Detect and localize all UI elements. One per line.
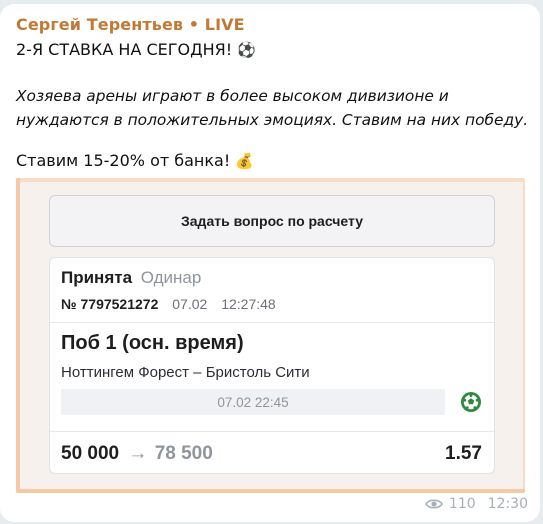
message-time: 12:30 bbox=[487, 496, 528, 512]
money-bag-icon: 💰 bbox=[235, 152, 255, 170]
bet-outcome: Поб 1 (осн. время) bbox=[61, 332, 244, 354]
eye-icon bbox=[424, 499, 443, 509]
bet-amounts: 50 000 → 78 500 bbox=[61, 443, 213, 465]
screenshot-border-bottom bbox=[16, 489, 525, 493]
view-count: 110 bbox=[448, 496, 476, 512]
soccer-ball-emoji-icon: ⚽ bbox=[237, 41, 256, 59]
channel-author[interactable]: Сергей Терентьев • LIVE bbox=[16, 15, 245, 34]
stake-amount: 50 000 bbox=[61, 443, 120, 464]
match-name: Ноттингем Форест – Бристоль Сити bbox=[61, 364, 310, 381]
bet-number-prefix: № bbox=[61, 296, 77, 312]
screenshot-border-top bbox=[16, 178, 525, 182]
message-footer: 110 12:30 bbox=[424, 496, 528, 512]
bet-meta: № 7797521272 07.02 12:27:48 bbox=[61, 296, 276, 312]
screenshot-border-right bbox=[523, 178, 525, 493]
ask-question-button[interactable]: Задать вопрос по расчету bbox=[49, 195, 495, 247]
message-headline: 2-Я СТАВКА НА СЕГОДНЯ! ⚽ bbox=[16, 40, 256, 59]
bet-status-row: Принята Одинар bbox=[61, 268, 201, 288]
bet-number: 7797521272 bbox=[80, 296, 159, 312]
bet-time: 12:27:48 bbox=[221, 296, 276, 312]
arrow-right-icon: → bbox=[128, 443, 148, 464]
bet-type: Одинар bbox=[140, 268, 202, 287]
event-datetime: 07.02 22:45 bbox=[61, 389, 445, 415]
bet-screenshot[interactable]: Задать вопрос по расчету Принята Одинар … bbox=[16, 178, 525, 493]
divider bbox=[50, 431, 494, 432]
bet-date: 07.02 bbox=[172, 296, 208, 312]
payout-amount: 78 500 bbox=[154, 443, 213, 464]
stake-text: Ставим 15-20% от банка! bbox=[16, 151, 231, 170]
divider bbox=[50, 322, 494, 323]
bet-status: Принята bbox=[61, 268, 133, 287]
stake-line: Ставим 15-20% от банка! 💰 bbox=[16, 151, 254, 170]
bet-odds: 1.57 bbox=[445, 443, 482, 464]
soccer-ball-icon bbox=[461, 392, 481, 412]
screenshot-border-left bbox=[16, 178, 20, 493]
headline-text: 2-Я СТАВКА НА СЕГОДНЯ! bbox=[16, 40, 233, 59]
bet-card: Принята Одинар № 7797521272 07.02 12:27:… bbox=[49, 257, 495, 474]
message-body: Хозяева арены играют в более высоком див… bbox=[16, 87, 529, 129]
message-bubble: Сергей Терентьев • LIVE 2-Я СТАВКА НА СЕ… bbox=[0, 4, 540, 522]
